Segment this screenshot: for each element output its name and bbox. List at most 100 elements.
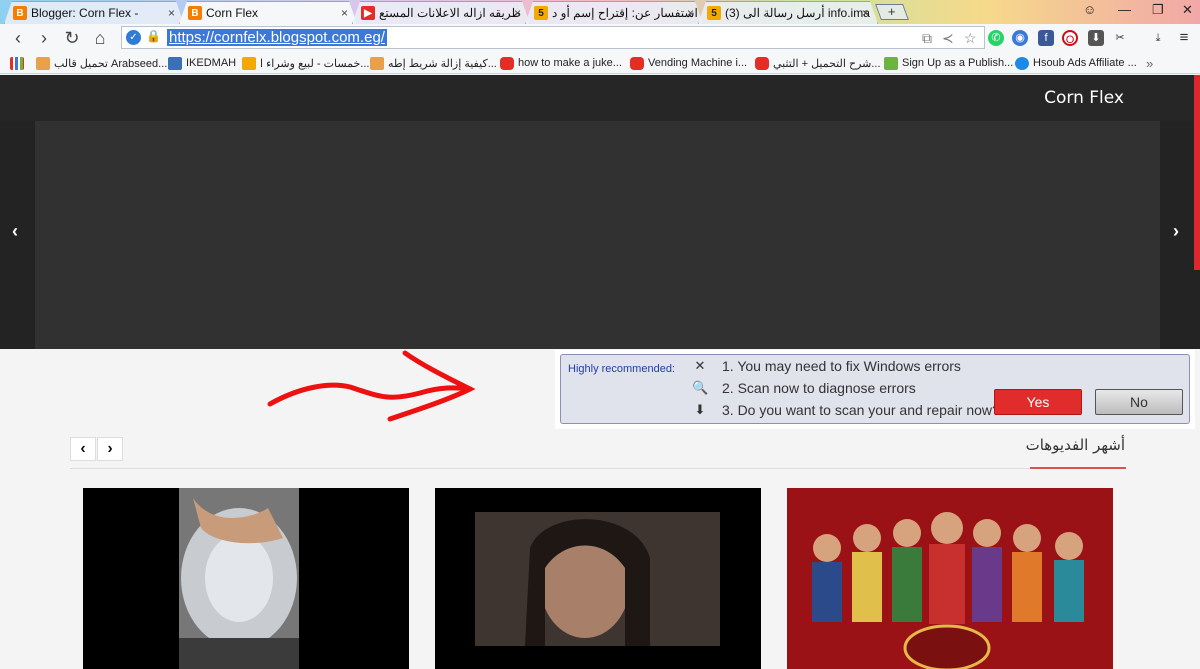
youtube-icon [500,56,514,70]
bookmark-icon [884,56,898,70]
restore-button[interactable]: ❐ [1152,2,1164,18]
translate-icon[interactable]: ⧉ [922,30,932,47]
hero-slider: ‹ › [0,121,1200,349]
bookmarks-bar: تحميل قالب Arabseed... IKEDMAH خمسات - ل… [0,52,1200,74]
slider-next-button[interactable]: › [1173,221,1179,242]
bookmark-label: Vending Machine i... [648,57,748,69]
user-icon[interactable]: ☺ [1083,2,1096,17]
video-still-image [787,488,1113,669]
bookmark-icon [370,56,384,70]
tab-strip: B Blogger: Corn Flex - × B Corn Flex × ▶… [0,0,1200,24]
videos-next-button[interactable]: › [97,437,123,461]
tab-title: Corn Flex [206,6,259,20]
bookmark-label: how to make a juke... [518,57,622,69]
bookmark-item[interactable]: Sign Up as a Publish... [884,55,1013,71]
bookmarks-overflow-button[interactable]: » [1146,55,1153,71]
video-thumbnail[interactable] [435,488,761,669]
video-thumbnail[interactable] [787,488,1113,669]
youtube-icon [755,56,769,70]
apps-icon[interactable] [10,55,28,71]
tab-khamsat-message[interactable]: 5 (3) أرسل رسالة الى info.ima × [698,1,878,24]
close-icon[interactable]: × [862,6,869,20]
videos-prev-button[interactable]: ‹ [70,437,96,461]
bookmark-item[interactable]: IKEDMAH [168,55,236,71]
site-title[interactable]: Corn Flex [1044,88,1124,108]
bookmark-label: خمسات - لبيع وشراء ا... [260,57,370,70]
browser-toolbar: ‹ › ↻ ⌂ ✓ 🔒 https://cornfelx.blogspot.co… [0,24,1200,52]
new-tab-button[interactable]: + [875,4,909,20]
blogger-icon: B [13,6,27,20]
slider-prev-button[interactable]: ‹ [12,221,18,242]
close-icon[interactable]: × [687,6,694,20]
video-thumbnail[interactable] [83,488,409,669]
no-button[interactable]: No [1095,389,1183,415]
url-text[interactable]: https://cornfelx.blogspot.com.eg/ [167,29,387,46]
video-still-image [179,488,299,669]
bookmark-item[interactable]: شرح التحميل + التثبي... [755,55,881,71]
yes-button[interactable]: Yes [994,389,1082,415]
ad-line-text: 1. You may need to fix Windows errors [722,358,961,374]
bookmark-label: Sign Up as a Publish... [902,57,1014,69]
address-bar[interactable]: ✓ 🔒 https://cornfelx.blogspot.com.eg/ ⧉ … [121,26,985,49]
ad-line-text: 3. Do you want to scan your and repair n… [722,402,1000,418]
tab-title: استفسار عن: إقتراح إسم أو د [552,6,698,20]
forward-button[interactable]: › [33,27,55,49]
back-button[interactable]: ‹ [7,27,29,49]
scrollbar-accent [1194,75,1200,270]
five-icon: 5 [534,6,548,20]
ad-line-text: 2. Scan now to diagnose errors [722,380,916,396]
tab-corn-flex[interactable]: B Corn Flex × [179,1,357,24]
youtube-icon: ▶ [361,6,375,20]
slide-area [35,121,1160,349]
bookmark-label: IKEDMAH [186,57,237,69]
bookmark-icon [36,56,50,70]
web-page: Corn Flex ‹ › Highly recommended: ✕ 1. Y… [0,75,1200,669]
plus-icon: + [888,4,896,19]
close-icon[interactable]: × [514,6,521,20]
bookmark-label: شرح التحميل + التثبي... [773,57,881,70]
close-icon[interactable]: × [341,6,348,20]
bookmark-item[interactable]: خمسات - لبيع وشراء ا... [242,55,369,71]
ad-line: ✕ 1. You may need to fix Windows errors [692,358,961,374]
share-icon[interactable]: ≺ [942,30,954,47]
whatsapp-icon[interactable]: ✆ [988,30,1004,46]
tab-khamsat-question[interactable]: 5 استفسار عن: إقتراح إسم أو د × [525,1,703,24]
star-icon[interactable]: ☆ [964,30,977,47]
bookmark-label: كيفية إزالة شريط إطه... [388,57,497,70]
bookmark-item[interactable]: Vending Machine i... [630,55,747,71]
home-button[interactable]: ⌂ [89,27,111,49]
verified-icon: ✓ [126,30,141,45]
extension-icon[interactable]: ◉ [1012,30,1028,46]
five-icon: 5 [707,6,721,20]
opera-icon[interactable]: O [1062,30,1078,46]
tab-title: طريقه ازاله الاعلانات المستع [379,6,522,20]
injected-ad-popup: Highly recommended: ✕ 1. You may need to… [555,350,1195,429]
tab-youtube[interactable]: ▶ طريقه ازاله الاعلانات المستع × [352,1,530,24]
section-title: أشهر الفديوهات [1025,436,1125,454]
close-window-button[interactable]: ✕ [1182,2,1193,18]
section-accent [1030,467,1126,469]
download-helper-icon[interactable]: ⬇ [1088,30,1104,46]
magnifier-icon: 🔍 [692,380,709,395]
bookmark-label: تحميل قالب Arabseed... [54,57,168,70]
bookmark-item[interactable]: how to make a juke... [500,55,622,71]
ad-heading: Highly recommended: [568,363,675,375]
reload-button[interactable]: ↻ [61,27,83,49]
facebook-icon[interactable]: f [1038,30,1054,46]
download-circle-icon: ⬇ [694,402,706,417]
close-icon[interactable]: × [168,6,175,20]
ad-line: 🔍 2. Scan now to diagnose errors [692,380,916,396]
bookmark-item[interactable]: تحميل قالب Arabseed... [36,55,167,71]
bookmark-item[interactable]: Hsoub Ads Affiliate ... [1015,55,1137,71]
bookmark-icon [1015,56,1029,70]
bookmark-icon [242,56,256,70]
menu-icon[interactable]: ≡ [1176,30,1192,46]
bookmark-item[interactable]: كيفية إزالة شريط إطه... [370,55,497,71]
youtube-icon [630,56,644,70]
tab-title: Blogger: Corn Flex - [31,6,139,20]
bookmark-icon [168,56,182,70]
minimize-button[interactable]: — [1118,2,1131,17]
scissors-icon[interactable]: ✂ [1112,30,1128,46]
tab-blogger[interactable]: B Blogger: Corn Flex - × [4,1,184,24]
download-icon[interactable]: ⤓ [1150,30,1166,46]
